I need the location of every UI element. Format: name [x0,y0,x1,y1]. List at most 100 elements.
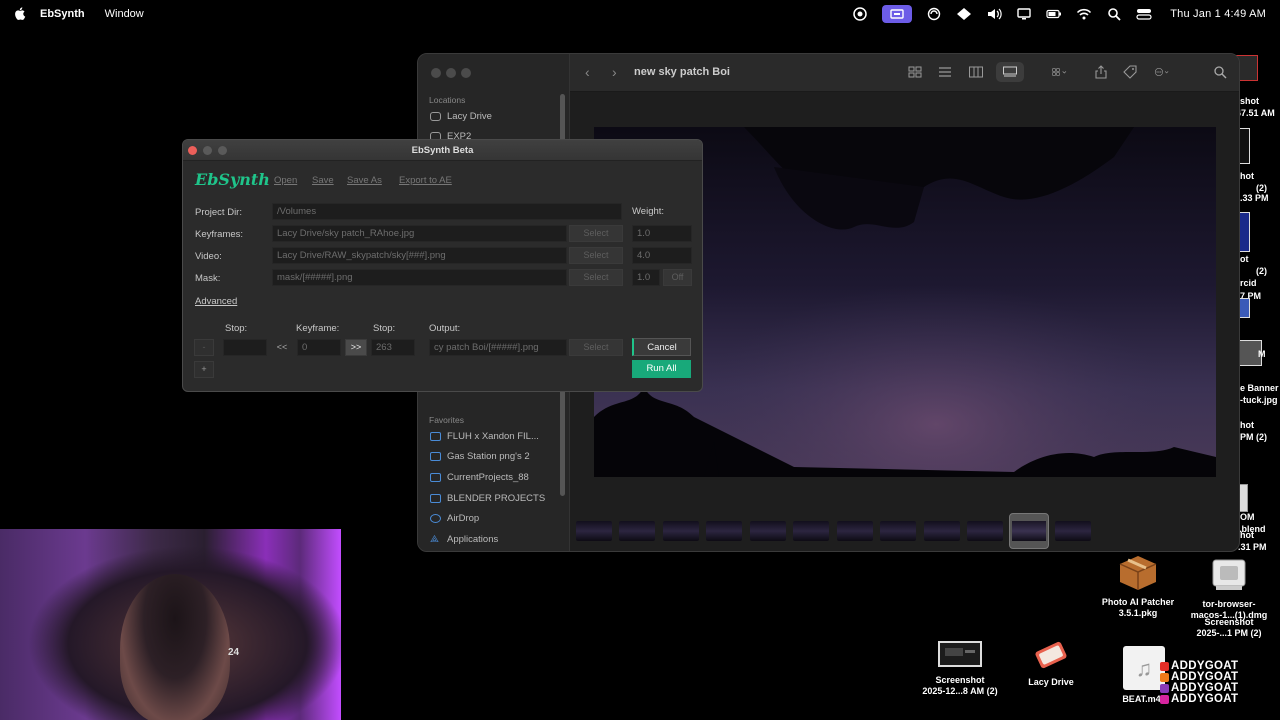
desktop-item-lacy-drive[interactable]: Lacy Drive [1018,640,1084,688]
app-name-menu[interactable]: EbSynth [40,8,85,20]
video-weight-field[interactable]: 4.0 [632,247,692,264]
video-select-button[interactable]: Select [569,247,623,264]
battery-icon[interactable] [1046,7,1062,21]
start-stop-field[interactable] [223,339,267,356]
display-icon[interactable] [1016,7,1032,21]
keyframes-weight-field[interactable]: 1.0 [632,225,692,242]
thumbnail[interactable] [837,521,873,541]
thumbnail[interactable] [619,521,655,541]
control-center-icon[interactable] [1136,7,1152,21]
sidebar-item-gas-station[interactable]: Gas Station png's 2 [430,451,560,462]
ebsynth-titlebar[interactable]: EbSynth Beta [183,140,702,161]
mask-field[interactable]: mask/[#####].png [272,269,567,286]
edge-label: e Banner [1240,383,1279,393]
stop-label-2: Stop: [373,323,396,334]
edge-label: ot [1240,254,1249,264]
tag-icon[interactable] [1122,65,1138,79]
edge-label: 2025-...1 PM (2) [1196,628,1262,638]
minimize-button[interactable] [446,68,456,78]
sidebar-item-label: FLUH x Xandon FIL... [447,431,539,442]
thumbnail[interactable] [967,521,1003,541]
mask-select-button[interactable]: Select [569,269,623,286]
thumbnail[interactable] [663,521,699,541]
icon-view-icon[interactable] [907,65,923,79]
project-dir-label: Project Dir: [195,207,242,218]
thumbnail[interactable] [924,521,960,541]
search-icon[interactable] [1212,65,1228,79]
zoom-button[interactable] [461,68,471,78]
advanced-link[interactable]: Advanced [195,296,237,307]
thumbnail[interactable] [750,521,786,541]
share-icon[interactable] [1093,65,1109,79]
more-actions-icon[interactable] [1154,65,1180,79]
window-menu[interactable]: Window [105,8,144,20]
diamond-icon[interactable] [956,7,972,21]
save-as-link[interactable]: Save As [347,175,382,186]
screen-share-icon[interactable] [882,4,913,23]
thumbnail[interactable] [880,521,916,541]
sidebar-item-label: AirDrop [447,513,480,524]
thumbnail[interactable] [793,521,829,541]
cancel-button[interactable]: Cancel [632,338,691,356]
window-title: new sky patch Boi [634,66,730,78]
keyframes-field[interactable]: Lacy Drive/sky patch_RAhoe.jpg [272,225,567,242]
disk-image-icon [1212,559,1246,590]
edge-label: M [1258,349,1266,359]
open-link[interactable]: Open [274,175,297,186]
sidebar-item-airdrop[interactable]: AirDrop [430,513,560,524]
desktop-item-label: Screenshot 2025-12...8 AM (2) [922,675,998,696]
video-field[interactable]: Lacy Drive/RAW_skypatch/sky[###].png [272,247,567,264]
thumbnail-selected[interactable] [1009,513,1049,549]
webcam-overlay: 24 [0,529,341,720]
keyframe-number-field[interactable]: 0 [297,339,341,356]
volume-icon[interactable] [986,7,1002,21]
wifi-icon[interactable] [1076,7,1092,21]
export-to-ae-link[interactable]: Export to AE [399,175,452,186]
back-button[interactable]: ‹ [585,64,590,80]
thumbnail[interactable] [576,521,612,541]
output-label: Output: [429,323,461,334]
project-dir-field[interactable]: /Volumes [272,203,622,220]
mask-toggle-button[interactable]: Off [663,269,692,286]
creative-cloud-icon[interactable] [852,6,868,21]
search-icon[interactable] [1106,7,1122,21]
close-button[interactable] [431,68,441,78]
column-view-icon[interactable] [968,65,984,79]
group-by-icon[interactable] [1052,65,1076,79]
remove-row-button[interactable]: - [194,339,214,356]
add-row-button[interactable]: + [194,361,214,378]
stop-frame-field[interactable]: 263 [371,339,415,356]
desktop-item-screenshot[interactable]: Screenshot 2025-12...8 AM (2) [915,640,1005,697]
prev-keyframe-button[interactable]: << [271,339,293,356]
thumbnail[interactable] [1055,521,1091,541]
thumbnail[interactable] [706,521,742,541]
package-icon [1119,556,1157,590]
edge-label: PM (2) [1240,432,1267,442]
desktop-item-tor-browser[interactable]: tor-browser- macos-1...(1).dmg Screensho… [1184,556,1274,639]
cc-sync-icon[interactable] [926,7,942,21]
menubar-clock[interactable]: Thu Jan 1 4:49 AM [1170,8,1266,20]
screenshot-thumbnail-icon [938,641,982,667]
save-link[interactable]: Save [312,175,334,186]
twitch-icon [1160,683,1169,693]
keyframes-select-button[interactable]: Select [569,225,623,242]
gallery-view-icon[interactable] [1002,65,1018,79]
sidebar-item-lacy-drive[interactable]: Lacy Drive [430,111,560,122]
next-keyframe-button[interactable]: >> [345,339,367,356]
folder-icon [430,452,441,461]
sidebar-item-applications[interactable]: ⟁ Applications [430,534,560,545]
sidebar-item-blender[interactable]: BLENDER PROJECTS [430,493,560,504]
mask-weight-field[interactable]: 1.0 [632,269,660,286]
sidebar-item-fluh[interactable]: FLUH x Xandon FIL... [430,431,560,442]
edge-label: (2) [1256,266,1267,276]
forward-button[interactable]: › [612,64,617,80]
desktop-item-photo-ai-patcher[interactable]: Photo AI Patcher 3.5.1.pkg [1096,552,1180,619]
run-all-button[interactable]: Run All [632,360,691,378]
output-select-button[interactable]: Select [569,339,623,356]
status-area: Thu Jan 1 4:49 AM [852,0,1266,27]
sidebar-item-currentprojects[interactable]: CurrentProjects_88 [430,472,560,483]
apple-menu-icon[interactable] [14,7,26,20]
edge-label: .31 PM [1238,542,1267,552]
output-field[interactable]: cy patch Boi/[#####].png [429,339,567,356]
list-view-icon[interactable] [937,65,953,79]
